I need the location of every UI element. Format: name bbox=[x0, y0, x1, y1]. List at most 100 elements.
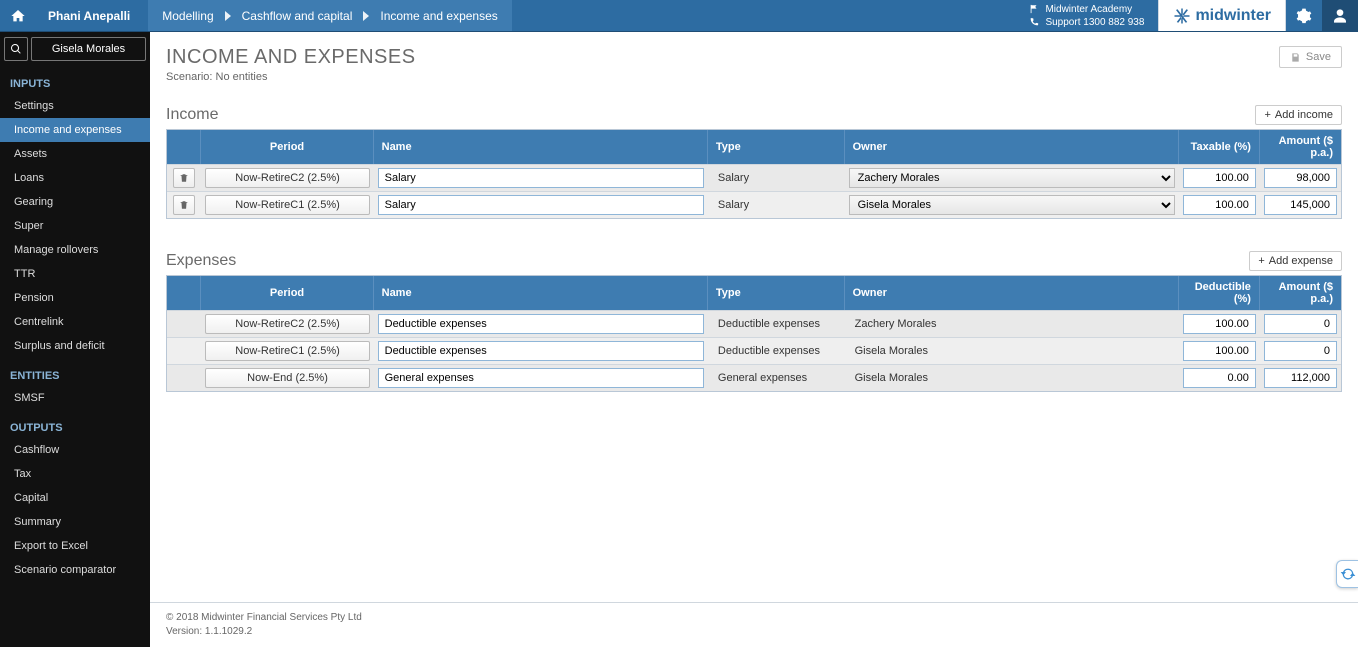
amount-input[interactable] bbox=[1264, 195, 1337, 215]
amount-input[interactable] bbox=[1264, 368, 1337, 388]
table-row: Now-End (2.5%) General expenses Gisela M… bbox=[167, 364, 1341, 391]
save-button[interactable]: Save bbox=[1279, 46, 1342, 68]
sidebar-item-export-to-excel[interactable]: Export to Excel bbox=[0, 534, 150, 558]
crumb-0[interactable]: Modelling bbox=[162, 9, 213, 23]
table-row: Now-RetireC1 (2.5%) Salary Gisela Morale… bbox=[167, 191, 1341, 218]
footer: © 2018 Midwinter Financial Services Pty … bbox=[150, 602, 1358, 647]
scenario-subtitle: Scenario: No entities bbox=[166, 71, 416, 83]
expenses-col-amt: Amount ($ p.a.) bbox=[1260, 276, 1341, 310]
name-input[interactable] bbox=[378, 368, 704, 388]
expenses-section-title: Expenses bbox=[166, 252, 236, 270]
expenses-col-type: Type bbox=[708, 276, 845, 310]
name-input[interactable] bbox=[378, 195, 704, 215]
snowflake-icon bbox=[1173, 7, 1191, 25]
sidebar-item-assets[interactable]: Assets bbox=[0, 142, 150, 166]
support-info: Midwinter Academy Support 1300 882 938 bbox=[1015, 0, 1158, 31]
phone-icon bbox=[1029, 17, 1039, 27]
amount-input[interactable] bbox=[1264, 168, 1337, 188]
advisor-name: Phani Anepalli bbox=[36, 0, 142, 31]
sidebar-item-ttr[interactable]: TTR bbox=[0, 262, 150, 286]
name-input[interactable] bbox=[378, 341, 704, 361]
footer-copyright: © 2018 Midwinter Financial Services Pty … bbox=[166, 611, 1342, 625]
crumb-1[interactable]: Cashflow and capital bbox=[242, 9, 353, 23]
settings-button[interactable] bbox=[1286, 0, 1322, 31]
table-row: Now-RetireC2 (2.5%) Deductible expenses … bbox=[167, 310, 1341, 337]
academy-link[interactable]: Midwinter Academy bbox=[1045, 3, 1132, 16]
user-icon bbox=[1332, 8, 1348, 24]
expenses-col-pct: Deductible (%) bbox=[1179, 276, 1260, 310]
sidebar-item-loans[interactable]: Loans bbox=[0, 166, 150, 190]
income-col-name: Name bbox=[374, 130, 708, 164]
home-icon bbox=[10, 8, 26, 24]
income-col-pct: Taxable (%) bbox=[1179, 130, 1260, 164]
amount-input[interactable] bbox=[1264, 314, 1337, 334]
home-button[interactable] bbox=[0, 0, 36, 31]
income-col-owner: Owner bbox=[845, 130, 1179, 164]
delete-row-button[interactable] bbox=[173, 168, 195, 188]
sidebar-item-surplus-and-deficit[interactable]: Surplus and deficit bbox=[0, 334, 150, 358]
sidebar-item-cashflow[interactable]: Cashflow bbox=[0, 438, 150, 462]
type-cell: Deductible expenses bbox=[712, 318, 826, 330]
add-expense-button[interactable]: + Add expense bbox=[1249, 251, 1342, 271]
chevron-right-icon bbox=[224, 11, 232, 21]
income-table: Period Name Type Owner Taxable (%) Amoun… bbox=[166, 129, 1342, 219]
period-selector[interactable]: Now-End (2.5%) bbox=[205, 368, 369, 388]
sidebar-heading-outputs: OUTPUTS bbox=[0, 410, 150, 438]
amount-input[interactable] bbox=[1264, 341, 1337, 361]
sidebar-item-smsf[interactable]: SMSF bbox=[0, 386, 150, 410]
sidebar-item-summary[interactable]: Summary bbox=[0, 510, 150, 534]
owner-select[interactable]: Zachery Morales bbox=[849, 168, 1175, 188]
plus-icon: + bbox=[1264, 109, 1270, 121]
table-row: Now-RetireC1 (2.5%) Deductible expenses … bbox=[167, 337, 1341, 364]
type-cell: General expenses bbox=[712, 372, 813, 384]
add-income-button[interactable]: + Add income bbox=[1255, 105, 1342, 125]
sidebar-item-settings[interactable]: Settings bbox=[0, 94, 150, 118]
search-icon bbox=[10, 43, 22, 55]
sidebar-item-scenario-comparator[interactable]: Scenario comparator bbox=[0, 558, 150, 582]
income-col-amt: Amount ($ p.a.) bbox=[1260, 130, 1341, 164]
period-selector[interactable]: Now-RetireC2 (2.5%) bbox=[205, 168, 369, 188]
sync-icon bbox=[1340, 566, 1356, 582]
type-cell: Deductible expenses bbox=[712, 345, 826, 357]
deductible-input[interactable] bbox=[1183, 341, 1256, 361]
period-selector[interactable]: Now-RetireC1 (2.5%) bbox=[205, 195, 369, 215]
trash-icon bbox=[179, 200, 189, 210]
crumb-2[interactable]: Income and expenses bbox=[380, 9, 497, 23]
sidebar-item-pension[interactable]: Pension bbox=[0, 286, 150, 310]
sidebar-search-button[interactable] bbox=[4, 37, 28, 61]
sidebar-item-manage-rollovers[interactable]: Manage rollovers bbox=[0, 238, 150, 262]
deductible-input[interactable] bbox=[1183, 368, 1256, 388]
flag-icon bbox=[1029, 4, 1039, 14]
taxable-input[interactable] bbox=[1183, 168, 1256, 188]
sidebar-item-centrelink[interactable]: Centrelink bbox=[0, 310, 150, 334]
name-input[interactable] bbox=[378, 314, 704, 334]
profile-button[interactable] bbox=[1322, 0, 1358, 31]
period-selector[interactable]: Now-RetireC1 (2.5%) bbox=[205, 341, 369, 361]
taxable-input[interactable] bbox=[1183, 195, 1256, 215]
client-selector[interactable]: Gisela Morales bbox=[31, 37, 146, 61]
owner-cell: Gisela Morales bbox=[849, 345, 934, 357]
deductible-input[interactable] bbox=[1183, 314, 1256, 334]
owner-select[interactable]: Gisela Morales bbox=[849, 195, 1175, 215]
owner-cell: Gisela Morales bbox=[849, 372, 934, 384]
sidebar-item-gearing[interactable]: Gearing bbox=[0, 190, 150, 214]
name-input[interactable] bbox=[378, 168, 704, 188]
brand-logo: midwinter bbox=[1158, 0, 1286, 31]
sidebar-item-tax[interactable]: Tax bbox=[0, 462, 150, 486]
expenses-col-name: Name bbox=[374, 276, 708, 310]
income-col-type: Type bbox=[708, 130, 845, 164]
owner-cell: Zachery Morales bbox=[849, 318, 943, 330]
sidebar-item-income-and-expenses[interactable]: Income and expenses bbox=[0, 118, 150, 142]
remote-support-badge[interactable] bbox=[1336, 560, 1358, 588]
sidebar-item-super[interactable]: Super bbox=[0, 214, 150, 238]
sidebar-item-capital[interactable]: Capital bbox=[0, 486, 150, 510]
page-title: INCOME AND EXPENSES bbox=[166, 46, 416, 69]
period-selector[interactable]: Now-RetireC2 (2.5%) bbox=[205, 314, 369, 334]
footer-version: Version: 1.1.1029.2 bbox=[166, 625, 1342, 639]
delete-row-button[interactable] bbox=[173, 195, 195, 215]
expenses-col-owner: Owner bbox=[845, 276, 1179, 310]
sidebar-heading-entities: ENTITIES bbox=[0, 358, 150, 386]
expenses-table: Period Name Type Owner Deductible (%) Am… bbox=[166, 275, 1342, 392]
type-cell: Salary bbox=[712, 199, 755, 211]
income-section-title: Income bbox=[166, 106, 218, 124]
